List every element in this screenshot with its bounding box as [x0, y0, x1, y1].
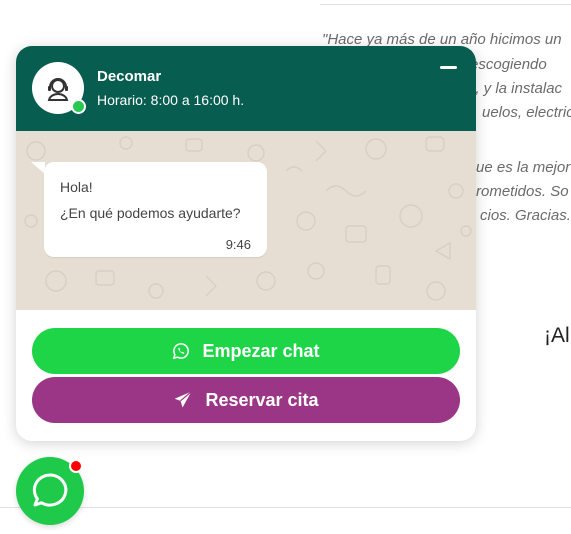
- section-heading-fragment: ¡Al: [544, 324, 570, 347]
- testimonial-line: cios. Gracias.: [480, 207, 571, 224]
- book-appointment-label: Reservar cita: [205, 389, 319, 410]
- chat-bubble-icon: [32, 473, 68, 507]
- testimonial-line: ue es la mejor: [476, 159, 571, 176]
- paper-plane-icon: [175, 391, 193, 408]
- top-divider: [320, 4, 571, 5]
- testimonial-line: uelos, electric: [482, 104, 571, 121]
- message-timestamp: 9:46: [225, 237, 251, 252]
- widget-header: Decomar Horario: 8:00 a 16:00 h.: [16, 46, 476, 131]
- minimize-icon: [440, 66, 457, 69]
- chat-widget: Decomar Horario: 8:00 a 16:00 h. Hola! ¿…: [16, 46, 476, 441]
- chat-conversation-area: Hola! ¿En qué podemos ayudarte? 9:46: [16, 131, 476, 310]
- support-agent-icon: [47, 78, 69, 101]
- testimonial-line: o, y la instalac: [467, 80, 563, 97]
- start-chat-button[interactable]: Empezar chat: [32, 328, 460, 374]
- bubble-tail: [31, 162, 45, 174]
- start-chat-label: Empezar chat: [202, 340, 320, 361]
- online-status-dot: [71, 99, 86, 114]
- message-line: ¿En qué podemos ayudarte?: [60, 205, 241, 221]
- schedule-text: Horario: 8:00 a 16:00 h.: [97, 92, 245, 108]
- whatsapp-icon: [173, 343, 190, 360]
- book-appointment-button[interactable]: Reservar cita: [32, 377, 460, 423]
- message-bubble: Hola! ¿En qué podemos ayudarte? 9:46: [31, 162, 267, 257]
- bottom-divider: [0, 507, 571, 508]
- testimonial-line: rometidos. So: [476, 183, 569, 200]
- minimize-button[interactable]: [440, 62, 458, 74]
- message-line: Hola!: [60, 179, 93, 195]
- agent-name: Decomar: [97, 68, 162, 85]
- notification-badge: [69, 459, 83, 473]
